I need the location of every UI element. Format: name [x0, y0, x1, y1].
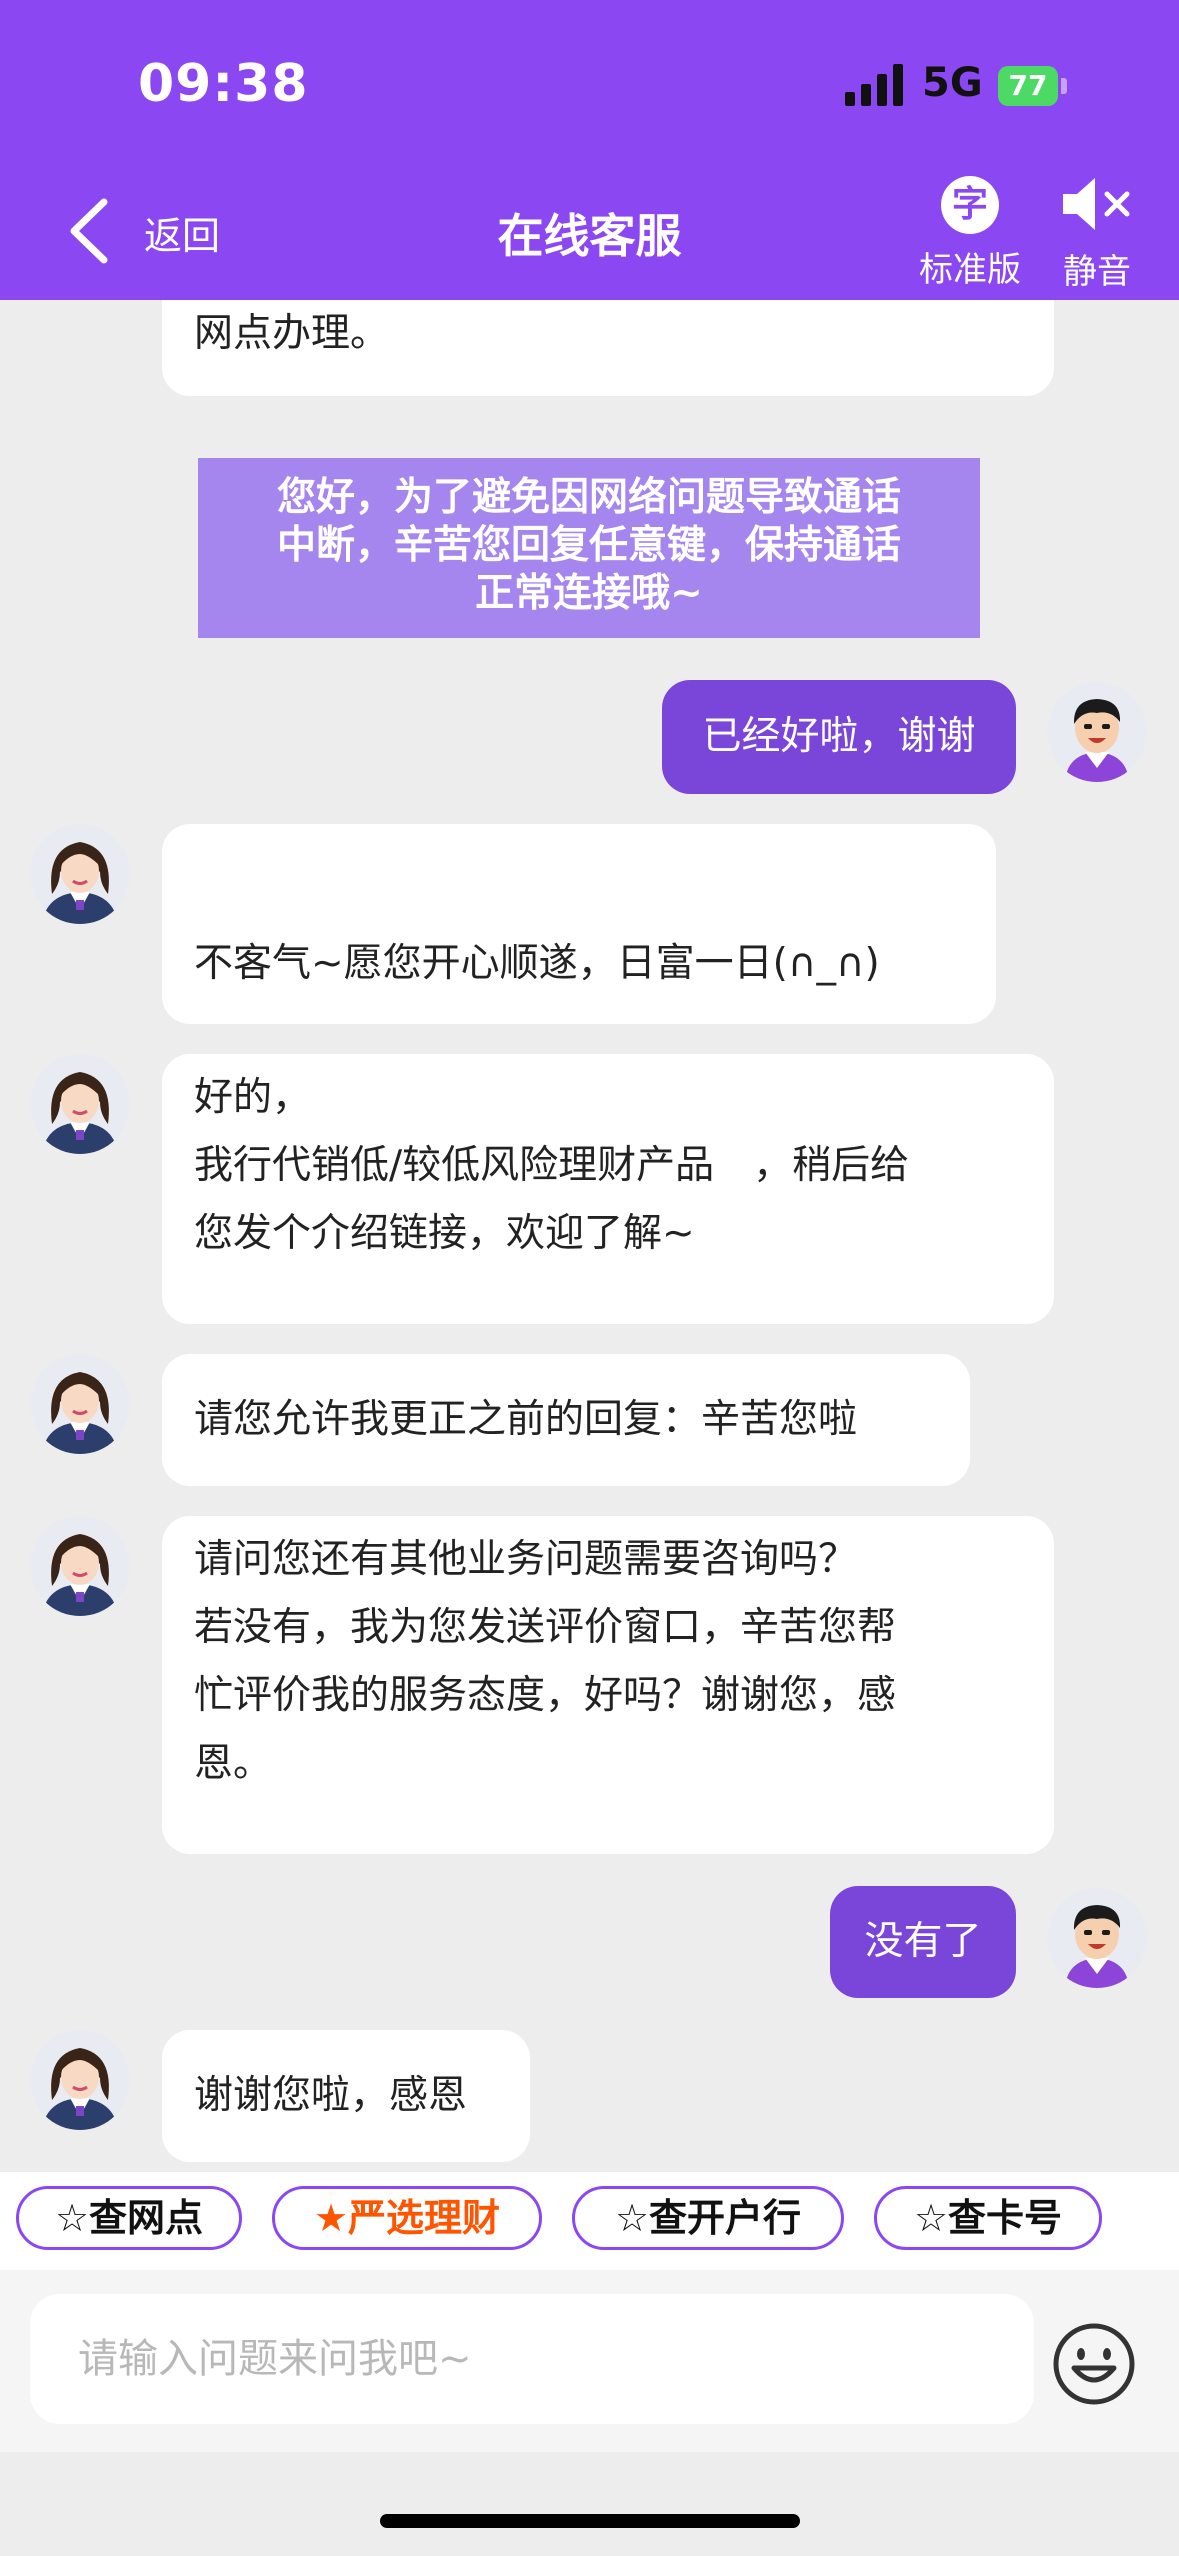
input-bar — [0, 2270, 1179, 2452]
mute-button[interactable]: 静音 — [1052, 176, 1142, 293]
message-line: 您发个介绍链接，欢迎了解~ — [194, 1211, 695, 1256]
back-arrow-icon[interactable] — [66, 196, 110, 266]
message-text: 网点办理。 — [194, 311, 390, 356]
notice-line: 中断，辛苦您回复任意键，保持通话 — [276, 523, 901, 568]
chip-find-opening-bank[interactable]: ☆查开户行 — [572, 2186, 844, 2250]
quick-action-bar: ☆查网点 ★严选理财 ☆查开户行 ☆查卡号 — [0, 2172, 1179, 2270]
back-button-label[interactable]: 返回 — [144, 205, 220, 260]
message-line: 请问您还有其他业务问题需要咨询吗？ — [194, 1537, 858, 1582]
chip-featured-finance[interactable]: ★严选理财 — [272, 2186, 542, 2250]
agent-avatar — [30, 2030, 130, 2130]
system-notice: 您好，为了避免因网络问题导致通话 中断，辛苦您回复任意键，保持通话 正常连接哦~ — [198, 458, 980, 638]
notice-line: 您好，为了避免因网络问题导致通话 — [276, 475, 901, 520]
message-line: 若没有，我为您发送评价窗口，辛苦您帮 — [194, 1605, 897, 1650]
agent-avatar — [30, 824, 130, 924]
network-type: 5G — [922, 60, 983, 106]
agent-avatar — [30, 1354, 130, 1454]
agent-message: 请您允许我更正之前的回复：辛苦您啦 — [162, 1354, 970, 1486]
chip-find-card-number[interactable]: ☆查卡号 — [874, 2186, 1102, 2250]
message-text: 谢谢您啦，感恩 — [194, 2073, 468, 2118]
agent-message: 好的， 我行代销低/较低风险理财产品 ，稍后给 您发个介绍链接，欢迎了解~ — [162, 1054, 1054, 1324]
agent-message: 不客气~愿您开心顺遂，日富一日(∩_∩) — [162, 824, 996, 1024]
agent-message: 请问您还有其他业务问题需要咨询吗？ 若没有，我为您发送评价窗口，辛苦您帮 忙评价… — [162, 1516, 1054, 1854]
standard-mode-button[interactable]: 字 标准版 — [910, 176, 1030, 291]
user-avatar — [1047, 682, 1147, 782]
message-text: 请您允许我更正之前的回复：辛苦您啦 — [194, 1397, 858, 1442]
home-indicator[interactable] — [380, 2514, 800, 2528]
message-line: 忙评价我的服务态度，好吗？谢谢您，感 — [194, 1673, 897, 1718]
mute-label: 静音 — [1063, 252, 1131, 292]
chip-find-branch[interactable]: ☆查网点 — [16, 2186, 242, 2250]
user-message: 已经好啦，谢谢 — [662, 680, 1016, 794]
message-text: 不客气~愿您开心顺遂，日富一日(∩_∩) — [194, 941, 880, 986]
user-avatar — [1047, 1888, 1147, 1988]
page-title: 在线客服 — [497, 209, 682, 263]
text-mode-icon: 字 — [941, 176, 999, 234]
message-line: 恩。 — [194, 1741, 273, 1786]
agent-avatar — [30, 1054, 130, 1154]
cellular-signal-icon — [845, 64, 903, 106]
header-bar: 09:38 5G 77 返回 在线客服 字 标准版 静音 — [0, 0, 1179, 300]
message-line: 好的， — [194, 1075, 312, 1120]
battery-icon: 77 — [998, 66, 1058, 106]
agent-avatar — [30, 1516, 130, 1616]
emoji-icon[interactable] — [1052, 2322, 1136, 2406]
agent-message: 网点办理。 — [162, 300, 1054, 396]
message-text: 没有了 — [864, 1919, 982, 1964]
battery-tip — [1061, 78, 1067, 94]
notice-line: 正常连接哦~ — [475, 571, 703, 616]
chat-area[interactable]: 网点办理。 您好，为了避免因网络问题导致通话 中断，辛苦您回复任意键，保持通话 … — [0, 300, 1179, 2172]
status-time: 09:38 — [138, 54, 309, 114]
agent-message: 谢谢您啦，感恩 — [162, 2030, 530, 2162]
message-line: 我行代销低/较低风险理财产品 ，稍后给 — [194, 1143, 910, 1188]
message-text: 已经好啦，谢谢 — [702, 714, 976, 759]
speaker-mute-icon — [1063, 178, 1130, 230]
message-input[interactable] — [30, 2294, 1034, 2424]
mode-label: 标准版 — [919, 250, 1021, 290]
user-message: 没有了 — [830, 1886, 1016, 1998]
